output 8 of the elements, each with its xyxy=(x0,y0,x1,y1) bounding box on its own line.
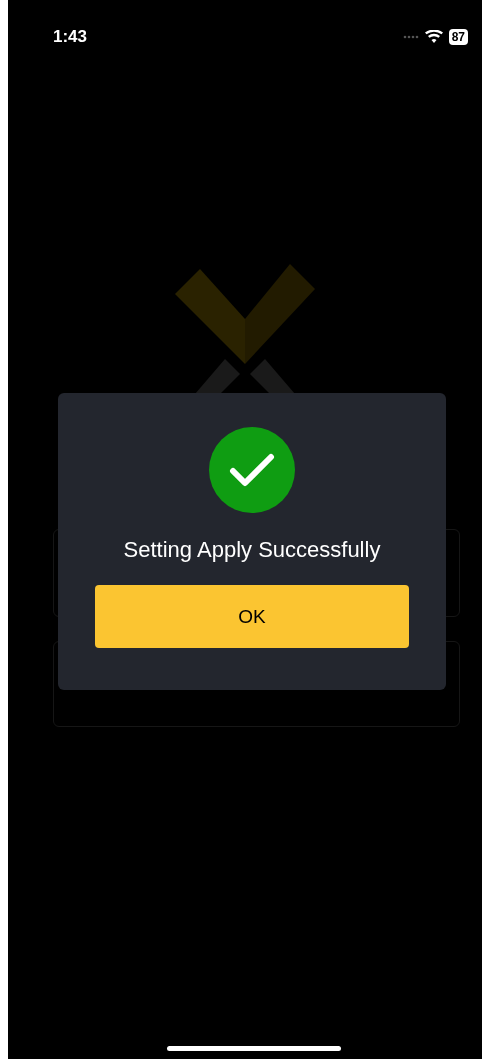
wifi-icon xyxy=(424,30,443,44)
dialog-message: Setting Apply Successfully xyxy=(123,537,381,563)
success-check-icon xyxy=(209,427,295,513)
status-time: 1:43 xyxy=(53,27,88,47)
logo-icon xyxy=(175,264,315,394)
cellular-signal-icon xyxy=(402,35,419,39)
battery-indicator: 87 xyxy=(448,29,468,45)
ok-button[interactable]: OK xyxy=(95,585,409,648)
